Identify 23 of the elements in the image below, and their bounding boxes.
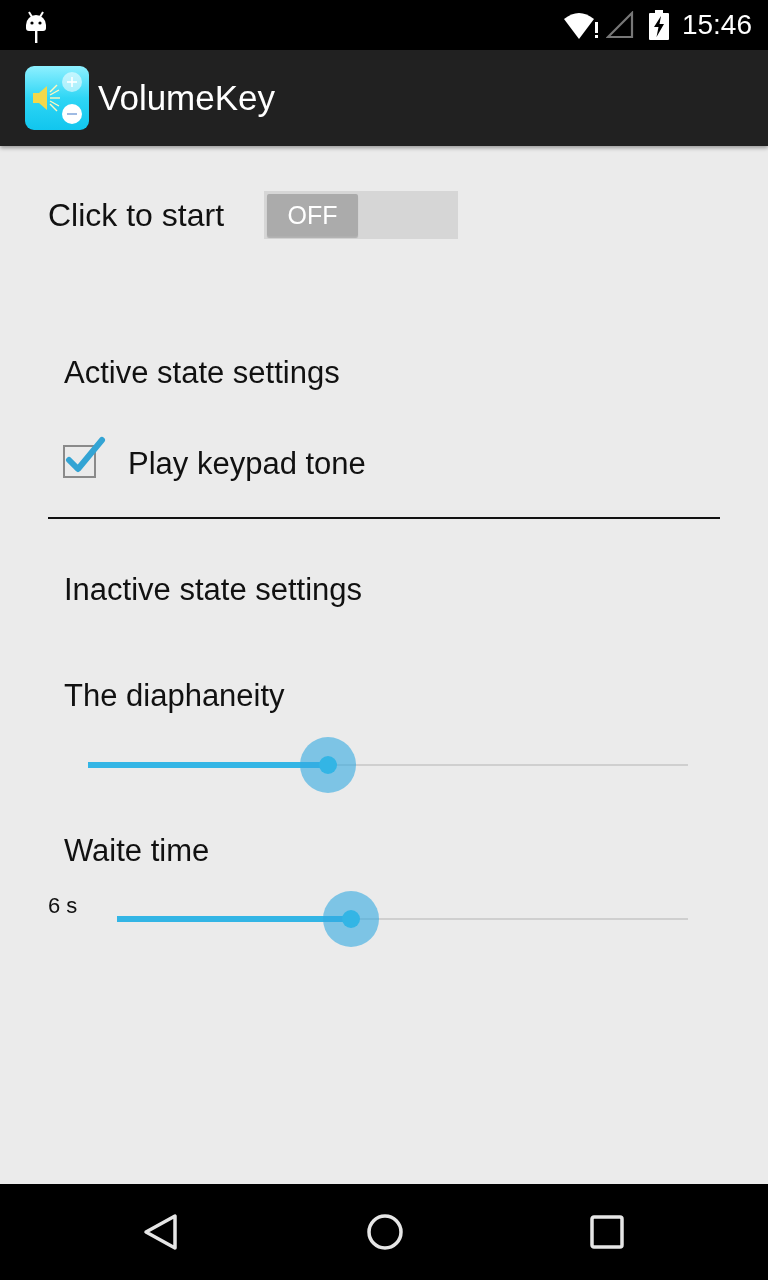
slider-value: 6 s <box>48 893 78 919</box>
section-title: Active state settings <box>63 354 341 392</box>
start-label: Click to start <box>48 196 225 235</box>
checkbox-label: Play keypad tone <box>128 445 366 483</box>
speaker-app-icon <box>25 66 89 130</box>
slider-track[interactable] <box>117 891 688 947</box>
slider-label: The diaphaneity <box>63 677 286 715</box>
back-icon[interactable] <box>143 1213 179 1251</box>
robot-icon <box>24 11 48 43</box>
status-time: 15:46 <box>681 8 752 42</box>
wifi-icon <box>563 11 600 39</box>
toggle-switch[interactable]: OFF <box>264 191 459 239</box>
recents-icon[interactable] <box>590 1215 624 1249</box>
section-title: Inactive state settings <box>63 571 364 609</box>
checkbox[interactable] <box>62 436 106 480</box>
slider-track[interactable] <box>88 737 688 793</box>
slider-thumb[interactable] <box>300 737 356 793</box>
app-title: VolumeKey <box>98 77 276 119</box>
slider-label: Waite time <box>63 832 211 870</box>
toggle-thumb: OFF <box>267 194 359 236</box>
battery-charging-icon <box>648 10 669 40</box>
home-icon[interactable] <box>366 1214 403 1250</box>
signal-icon <box>605 11 634 39</box>
